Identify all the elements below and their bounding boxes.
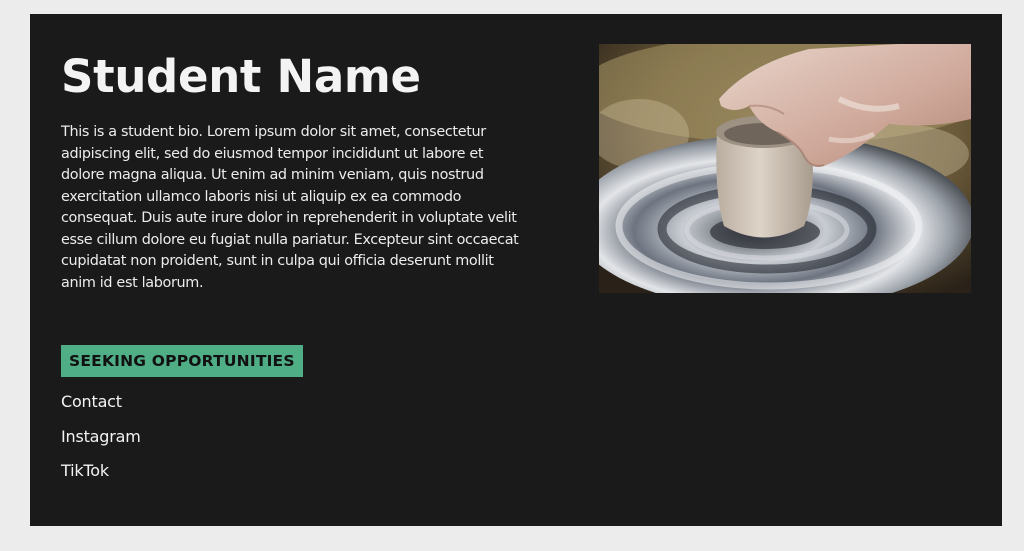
instagram-link[interactable]: Instagram — [61, 427, 141, 446]
contact-link[interactable]: Contact — [61, 392, 122, 411]
student-bio: This is a student bio. Lorem ipsum dolor… — [61, 124, 519, 291]
link-item-instagram: Instagram — [61, 425, 141, 460]
seeking-opportunities-badge: SEEKING OPPORTUNITIES — [61, 345, 303, 377]
link-item-contact: Contact — [61, 390, 141, 425]
tiktok-link[interactable]: TikTok — [61, 461, 109, 480]
profile-links: Contact Instagram TikTok — [61, 390, 141, 494]
pottery-wheel-illustration — [599, 44, 971, 293]
student-profile-card: Student Name This is a student bio. Lore… — [30, 14, 1002, 526]
student-name-heading: Student Name — [61, 50, 421, 103]
pottery-wheel-photo — [599, 44, 971, 293]
link-item-tiktok: TikTok — [61, 459, 141, 494]
